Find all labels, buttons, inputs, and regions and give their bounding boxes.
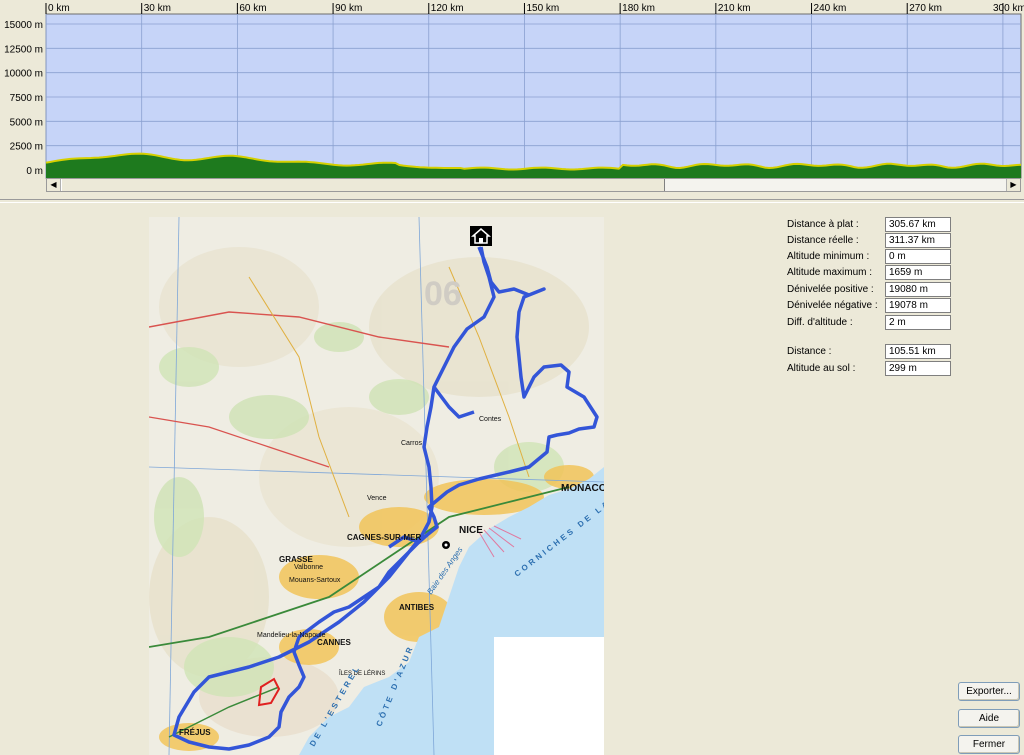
x-tick-label: 30 km: [144, 3, 171, 14]
stat-value-field: 2 m: [885, 315, 951, 330]
x-tick-label: 180 km: [622, 3, 655, 14]
stat-value-field: 19080 m: [885, 282, 951, 297]
route-map[interactable]: 06 NICE MONACO CANNES ANTIBES GRASSE CAG…: [149, 217, 604, 755]
y-tick-label: 10000 m: [4, 69, 43, 80]
x-tick-label: 300 km: [993, 3, 1024, 14]
scroll-left-arrow-icon[interactable]: ◀: [47, 179, 61, 191]
stat-value-field: 299 m: [885, 361, 951, 376]
stat-value-field: 311.37 km: [885, 233, 951, 248]
map-label-mougins: Mouans-Sartoux: [289, 577, 341, 584]
stat-altitude-diff: Diff. d'altitude : 2 m: [787, 315, 957, 330]
stat-label: Dénivelée négative :: [787, 300, 878, 311]
y-tick-label: 2500 m: [10, 142, 43, 153]
stat-flat-distance: Distance à plat : 305.67 km: [787, 217, 957, 232]
y-tick-label: 7500 m: [10, 93, 43, 104]
elevation-chart[interactable]: 0 km 30 km 60 km 90 km 120 km 150 km 180 km 210…: [0, 0, 1024, 196]
stat-label: Altitude au sol :: [787, 363, 856, 374]
stat-label: Distance :: [787, 346, 832, 357]
help-button[interactable]: Aide: [958, 709, 1020, 728]
map-canvas[interactable]: 06 NICE MONACO CANNES ANTIBES GRASSE CAG…: [149, 217, 604, 755]
x-tick-label: 0 km: [48, 3, 70, 14]
map-label-nice: NICE: [459, 525, 483, 536]
map-label-grasse: GRASSE: [279, 555, 313, 564]
stat-value-field: 305.67 km: [885, 217, 951, 232]
stat-label: Diff. d'altitude :: [787, 317, 853, 328]
stat-cursor-distance: Distance : 105.51 km: [787, 344, 957, 359]
stat-real-distance: Distance réelle : 311.37 km: [787, 233, 957, 248]
map-label-dept: 06: [424, 275, 462, 313]
stat-label: Dénivelée positive :: [787, 284, 874, 295]
map-label-monaco: MONACO: [561, 483, 604, 494]
x-tick-label: 240 km: [814, 3, 847, 14]
stat-label: Altitude maximum :: [787, 267, 873, 278]
stat-value-field: 0 m: [885, 249, 951, 264]
map-label-contes: Contes: [479, 416, 502, 423]
stat-value-field: 19078 m: [885, 298, 951, 313]
x-tick-label: 270 km: [909, 3, 942, 14]
stat-positive-gain: Dénivelée positive : 19080 m: [787, 282, 957, 297]
y-tick-label: 0 m: [26, 166, 43, 177]
cursor-position-marker: [442, 541, 450, 549]
map-label-cannes: CANNES: [317, 638, 351, 647]
x-tick-label: 60 km: [239, 3, 266, 14]
map-label-mandelieu: Mandelieu-la-Napoule: [257, 632, 326, 639]
map-label-carros: Carros: [401, 440, 423, 447]
y-axis-ticks: 15000 m 12500 m 10000 m 7500 m 5000 m 2500 m 0…: [4, 20, 43, 177]
map-label-vence: Vence: [367, 495, 387, 502]
map-label-cagnes: CAGNES-SUR-MER: [347, 533, 421, 542]
map-label-frejus: FRÉJUS: [179, 728, 211, 737]
y-tick-label: 12500 m: [4, 44, 43, 55]
stat-label: Distance réelle :: [787, 235, 859, 246]
chart-plot-area: [45, 13, 1022, 179]
stat-value-field: 105.51 km: [885, 344, 951, 359]
stat-negative-gain: Dénivelée négative : 19078 m: [787, 298, 957, 313]
panel-splitter[interactable]: [0, 199, 1024, 203]
x-tick-label: 120 km: [431, 3, 464, 14]
scrollbar-thumb[interactable]: [61, 179, 665, 191]
stat-label: Distance à plat :: [787, 219, 859, 230]
map-label-valbonne: Valbonne: [294, 564, 323, 571]
y-tick-label: 5000 m: [10, 117, 43, 128]
profile-scrollbar[interactable]: ◀ ▶: [46, 178, 1021, 192]
x-tick-label: 90 km: [335, 3, 362, 14]
stat-label: Altitude minimum :: [787, 251, 870, 262]
export-button[interactable]: Exporter...: [958, 682, 1020, 701]
x-tick-label: 150 km: [526, 3, 559, 14]
map-label-antibes: ANTIBES: [399, 603, 435, 612]
x-tick-label: 210 km: [718, 3, 751, 14]
x-axis-ticks: 0 km 30 km 60 km 90 km 120 km 150 km 180 km 210…: [45, 3, 1024, 14]
scroll-right-arrow-icon[interactable]: ▶: [1006, 179, 1020, 191]
y-tick-label: 15000 m: [4, 20, 43, 31]
close-button[interactable]: Fermer: [958, 735, 1020, 754]
map-label-lerins: ÎLES DE LÉRINS: [338, 670, 385, 677]
elevation-profile[interactable]: 0 km 30 km 60 km 90 km 120 km 150 km 180 km 210…: [0, 0, 1024, 196]
stat-cursor-altitude: Altitude au sol : 299 m: [787, 361, 957, 376]
stat-value-field: 1659 m: [885, 265, 951, 280]
map-blank-tile: [494, 637, 604, 755]
stat-min-altitude: Altitude minimum : 0 m: [787, 249, 957, 264]
start-home-icon[interactable]: [470, 226, 492, 246]
stat-max-altitude: Altitude maximum : 1659 m: [787, 265, 957, 280]
